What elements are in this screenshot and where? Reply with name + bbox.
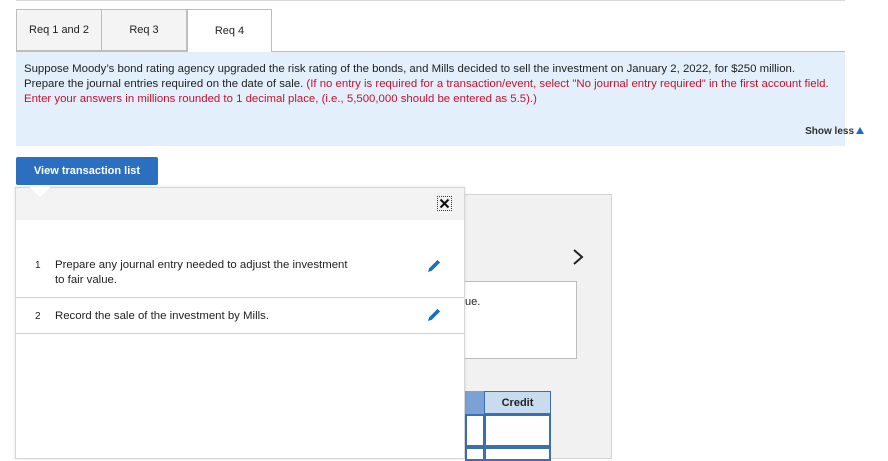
pencil-icon[interactable]: [426, 258, 442, 274]
top-divider: [16, 0, 845, 1]
instructions-panel: Suppose Moody’s bond rating agency upgra…: [16, 52, 845, 146]
tab-label: Req 1 and 2: [29, 24, 89, 36]
transaction-row-2[interactable]: 2 Record the sale of the investment by M…: [16, 307, 464, 333]
tab-req-1-and-2[interactable]: Req 1 and 2: [16, 9, 102, 51]
view-transaction-list-label: View transaction list: [33, 165, 141, 177]
worksheet-partial-text: ue.: [465, 296, 481, 308]
row-divider: [16, 297, 464, 298]
triangle-up-icon: [856, 127, 864, 134]
show-less-link[interactable]: Show less: [805, 126, 864, 137]
credit-column-header: Credit: [484, 391, 551, 414]
popup-header: [16, 188, 464, 220]
view-transaction-list-button[interactable]: View transaction list: [16, 157, 158, 185]
tab-label: Req 4: [214, 25, 245, 37]
debit-header-partial: [465, 391, 484, 414]
credit-input-cell[interactable]: [484, 414, 551, 447]
credit-header-label: Credit: [501, 396, 534, 409]
transaction-list-popup: 1 Prepare any journal entry needed to ad…: [15, 187, 465, 459]
pencil-icon[interactable]: [426, 307, 442, 323]
show-less-label: Show less: [805, 126, 854, 137]
row-divider: [16, 333, 464, 334]
transaction-text: Prepare any journal entry needed to adju…: [55, 259, 348, 286]
popup-pointer: [30, 187, 50, 197]
debit-input-cell[interactable]: [465, 414, 486, 447]
transaction-row-1[interactable]: 1 Prepare any journal entry needed to ad…: [16, 256, 464, 298]
close-button[interactable]: [437, 196, 452, 211]
transaction-text: Record the sale of the investment by Mil…: [55, 310, 269, 322]
tab-req-4[interactable]: Req 4: [187, 9, 272, 52]
close-icon: [439, 198, 450, 209]
tab-label: Req 3: [129, 24, 159, 36]
chevron-right-icon[interactable]: [572, 248, 584, 266]
transaction-number: 2: [35, 311, 41, 322]
tab-req-3[interactable]: Req 3: [101, 9, 187, 51]
transaction-number: 1: [35, 260, 41, 271]
